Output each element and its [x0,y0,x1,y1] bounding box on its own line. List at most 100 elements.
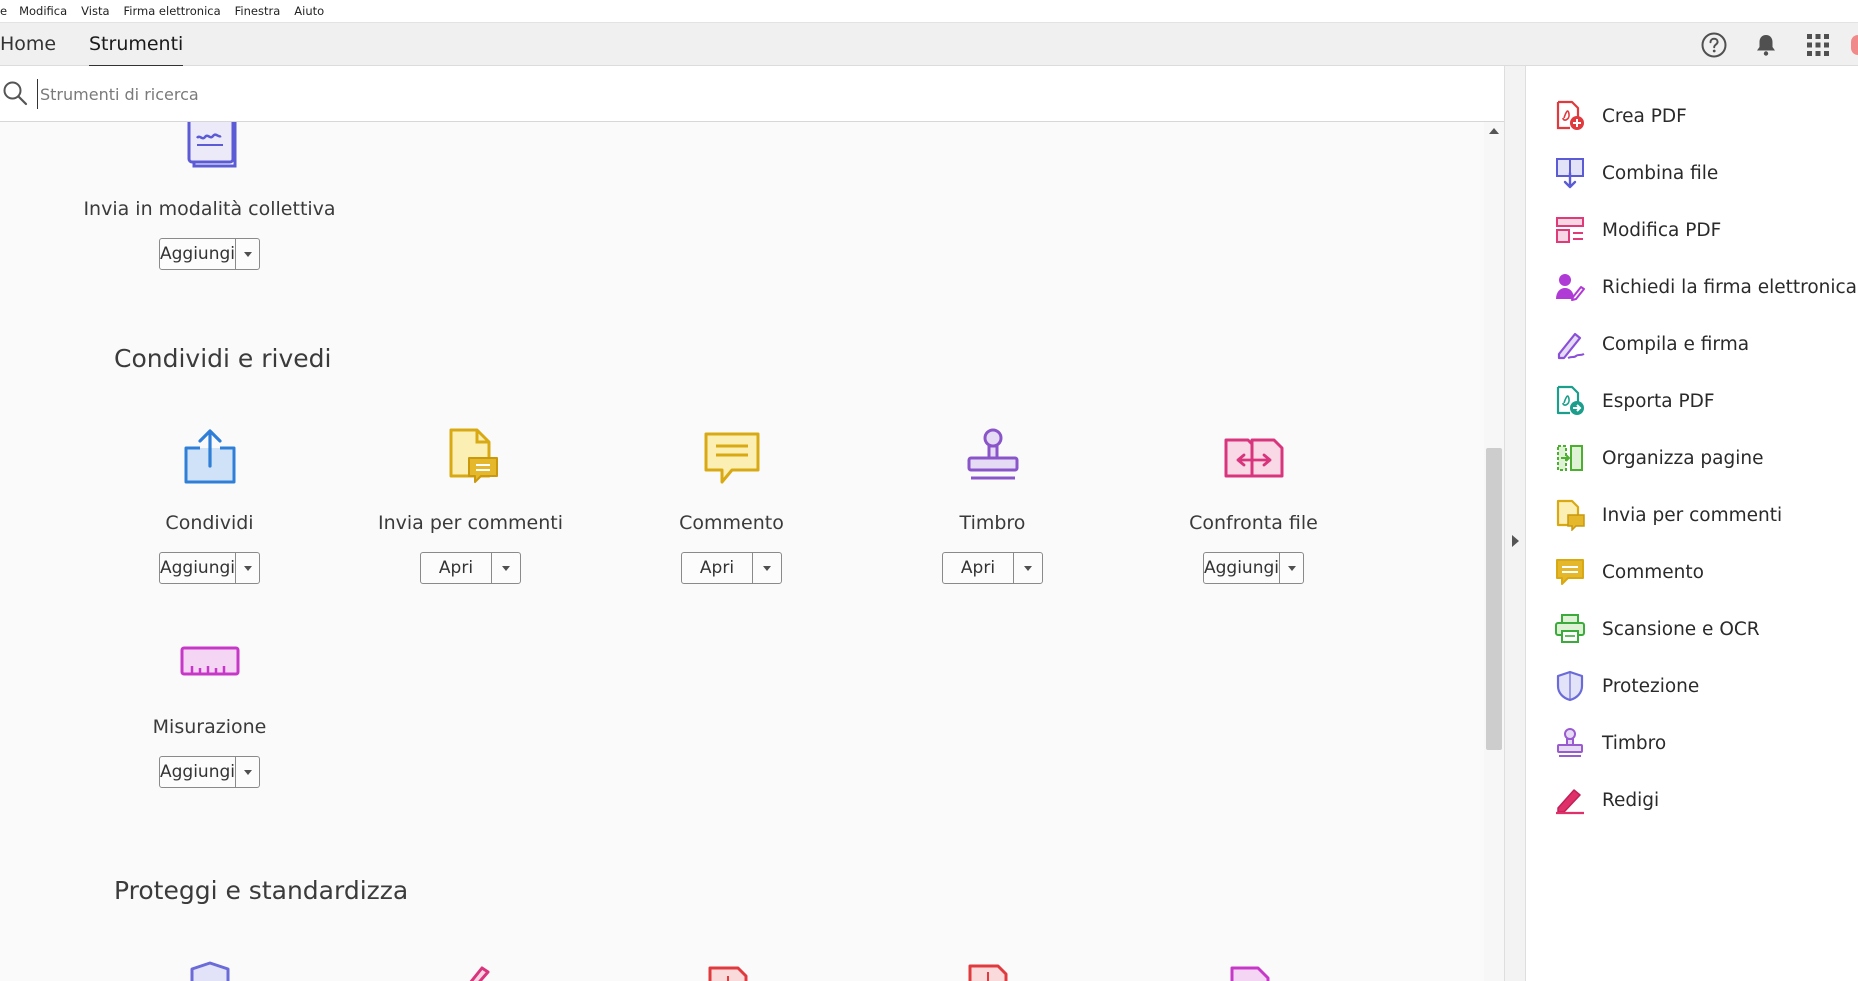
tool-action-split-button: Aggiungi [1203,552,1304,584]
tool-misurazione: Misurazione Aggiungi [79,630,340,788]
tool-action-split-button: Apri [681,552,782,584]
compare-files-icon [1224,438,1283,478]
add-button[interactable]: Aggiungi [160,553,236,583]
export-pdf-icon [1556,385,1584,415]
dropdown-arrow[interactable] [492,553,520,583]
add-button[interactable]: Aggiungi [160,757,236,787]
organize-pages-icon [1557,445,1583,471]
tool-name: Invia in modalità collettiva [83,198,336,220]
tab-strumenti[interactable]: Strumenti [89,33,184,67]
open-button[interactable]: Apri [421,553,492,583]
tool-name: Confronta file [1189,512,1318,534]
add-button[interactable]: Aggiungi [160,239,236,269]
panel-item-redigi[interactable]: Redigi [1554,782,1659,818]
send-bulk-icon [187,122,236,168]
panel-item-label: Richiedi la firma elettronica [1602,276,1858,298]
tool-action-split-button: Apri [942,552,1043,584]
comment-icon [704,432,759,484]
panel-item-scansione-ocr[interactable]: Scansione e OCR [1554,611,1760,647]
open-button[interactable]: Apri [682,553,753,583]
avatar[interactable] [1851,35,1858,55]
panel-item-commento[interactable]: Commento [1554,554,1704,590]
menu-vista[interactable]: Vista [81,4,109,18]
dropdown-arrow[interactable] [1014,553,1042,583]
chevron-down-icon [502,565,510,571]
pdf-standard-icon [968,964,1008,981]
panel-item-compila-firma[interactable]: Compila e firma [1554,326,1749,362]
help-icon[interactable] [1700,31,1728,59]
vertical-scrollbar[interactable] [1484,122,1504,981]
panel-splitter[interactable] [1504,66,1526,981]
panel-item-timbro[interactable]: Timbro [1554,725,1666,761]
tab-home[interactable]: Home [0,33,56,55]
send-for-comments-icon [449,428,498,483]
chevron-down-icon [763,565,771,571]
comment-icon [1556,559,1584,585]
scan-ocr-icon [1555,614,1585,643]
menu-modifica[interactable]: Modifica [19,4,67,18]
protect-icon [190,961,230,981]
pdf-document-icon [708,966,748,981]
panel-item-label: Organizza pagine [1602,447,1764,469]
chevron-down-icon [1287,565,1296,571]
add-button[interactable]: Aggiungi [1204,553,1280,583]
scrollbar-thumb[interactable] [1486,448,1502,750]
panel-item-organizza-pagine[interactable]: Organizza pagine [1554,440,1764,476]
dropdown-arrow[interactable] [753,553,781,583]
scroll-up-arrow[interactable] [1489,128,1499,134]
panel-item-richiedi-firma[interactable]: Richiedi la firma elettronica [1554,269,1857,305]
panel-item-esporta-pdf[interactable]: Esporta PDF [1554,383,1715,419]
menu-finestra[interactable]: Finestra [235,4,281,18]
panel-item-combina-file[interactable]: Combina file [1554,155,1718,191]
stamp-icon [967,428,1018,480]
protect-icon [1556,670,1584,702]
share-icon [184,429,235,484]
tool-action-split-button: Aggiungi [159,552,260,584]
panel-item-label: Protezione [1602,675,1700,697]
combine-files-icon [1556,158,1584,189]
tool-action-split-button: Aggiungi [159,238,260,270]
chevron-down-icon [1024,565,1032,571]
collapse-panel-arrow-icon[interactable] [1512,535,1519,547]
panel-item-invia-commenti[interactable]: Invia per commenti [1554,497,1782,533]
tool-invia-collettiva: Invia in modalità collettiva Aggiungi [79,122,340,270]
tools-area: Invia in modalità collettiva Aggiungi Co… [0,122,1486,981]
tool-invia-per-commenti: Invia per commenti Apri [340,426,601,584]
panel-item-label: Esporta PDF [1602,390,1715,412]
dropdown-arrow[interactable] [1280,553,1303,583]
open-button[interactable]: Apri [943,553,1014,583]
panel-item-label: Invia per commenti [1602,504,1783,526]
send-for-comments-icon [1556,499,1585,531]
menu-aiuto[interactable]: Aiuto [294,4,324,18]
chevron-down-icon [243,769,252,775]
tool-name: Commento [679,512,784,534]
certificate-icon [1230,966,1270,981]
tool-name: Timbro [959,512,1026,534]
panel-item-label: Redigi [1602,789,1660,811]
stamp-icon [1557,728,1583,757]
panel-item-modifica-pdf[interactable]: Modifica PDF [1554,212,1721,248]
menu-file[interactable]: e [0,4,7,18]
tool-action-split-button: Apri [420,552,521,584]
tool-name: Invia per commenti [378,512,563,534]
dropdown-arrow[interactable] [236,553,259,583]
tool-name: Condividi [165,512,254,534]
panel-item-label: Timbro [1602,732,1667,754]
fill-sign-icon [1557,332,1585,360]
panel-item-label: Combina file [1602,162,1719,184]
dropdown-arrow[interactable] [236,757,259,787]
panel-item-protezione[interactable]: Protezione [1554,668,1699,704]
apps-grid-icon[interactable] [1804,31,1832,59]
search-icon [3,81,28,106]
panel-item-label: Compila e firma [1602,333,1750,355]
search-input[interactable] [37,79,937,109]
chevron-down-icon [243,251,252,257]
edit-pen-icon [469,966,490,981]
chevron-down-icon [243,565,252,571]
dropdown-arrow[interactable] [236,239,259,269]
panel-item-label: Scansione e OCR [1602,618,1760,640]
panel-item-label: Modifica PDF [1602,219,1722,241]
menu-firma-elettronica[interactable]: Firma elettronica [124,4,221,18]
bell-icon[interactable] [1752,31,1780,59]
panel-item-crea-pdf[interactable]: Crea PDF [1554,98,1687,134]
